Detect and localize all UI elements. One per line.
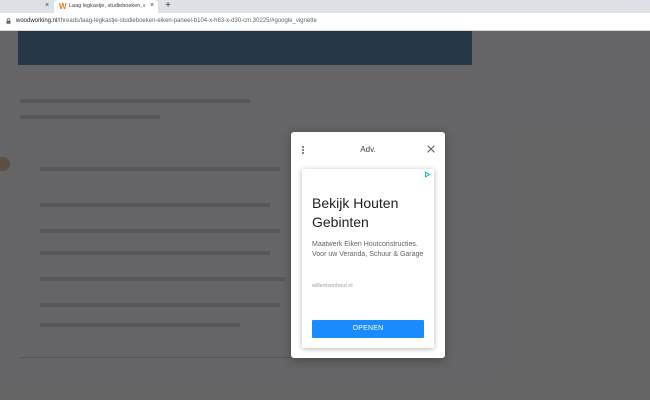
tab-strip: × W Laag legkastje, studieboeken, eik × … [0, 0, 650, 13]
ad-description: Maatwerk Eiken Houtconstructies. Voor uw… [312, 241, 424, 258]
tab-close-icon[interactable]: × [148, 2, 156, 10]
adchoices-icon[interactable] [424, 171, 431, 178]
site-favicon-icon: W [59, 2, 67, 11]
tab-close-icon[interactable]: × [43, 2, 51, 10]
ad-domain: willemsenhout.nl [312, 283, 353, 289]
address-bar[interactable]: woodworking.nl/threads/laag-legkastje-st… [0, 13, 650, 31]
tab-previous[interactable]: × [0, 0, 52, 13]
url-host: woodworking.nl [16, 18, 58, 24]
url-path: /threads/laag-legkastje-studieboeken-eik… [57, 18, 317, 24]
close-icon[interactable] [426, 144, 436, 154]
lock-icon [6, 18, 11, 24]
tab-title: Laag legkastje, studieboeken, eik [69, 3, 145, 9]
ad-open-button[interactable]: OPENEN [312, 320, 424, 338]
dialog-title: Adv. [360, 145, 376, 154]
ad-dialog: Adv. Bekijk Houten Gebinten Maatwerk Eik… [291, 132, 445, 358]
tab-active[interactable]: W Laag legkastje, studieboeken, eik × [54, 0, 158, 13]
more-vert-icon[interactable] [299, 144, 307, 156]
ad-card[interactable]: Bekijk Houten Gebinten Maatwerk Eiken Ho… [302, 169, 434, 348]
url-text[interactable]: woodworking.nl/threads/laag-legkastje-st… [16, 17, 317, 26]
ad-headline[interactable]: Bekijk Houten Gebinten [312, 194, 430, 232]
new-tab-button[interactable]: + [163, 1, 173, 11]
